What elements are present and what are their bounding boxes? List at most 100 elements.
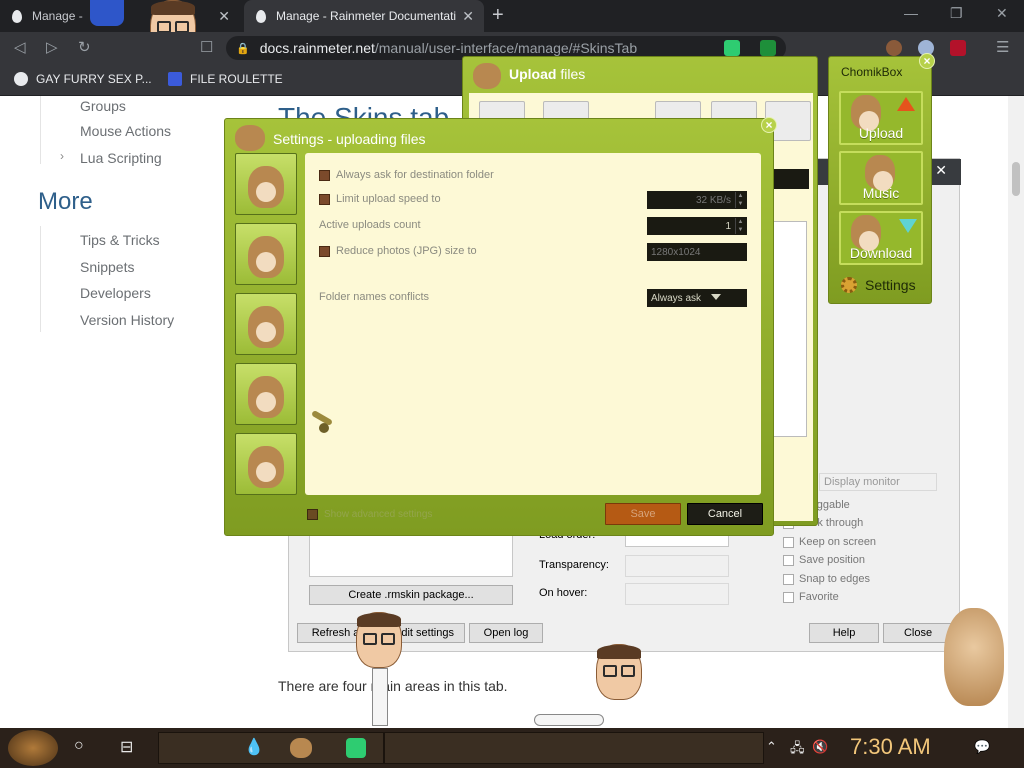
minimize-icon[interactable]: — bbox=[904, 5, 918, 21]
hamster-palette-icon bbox=[248, 236, 284, 278]
folder-conflicts-label: Folder names conflicts bbox=[319, 291, 429, 303]
label-text: Folder names conflicts bbox=[319, 291, 430, 303]
browse-button[interactable] bbox=[773, 169, 809, 189]
task-view-icon[interactable]: ⊟ bbox=[120, 737, 133, 757]
browser-tab-2[interactable]: Manage - Rainmeter Documentati ✕ bbox=[244, 0, 484, 32]
rainmeter-drop-icon[interactable]: 💧 bbox=[244, 737, 264, 757]
photo-size-select[interactable]: 1280x1024 bbox=[647, 243, 747, 261]
gear-icon bbox=[841, 277, 857, 293]
checkbox-box bbox=[783, 554, 794, 566]
sidebar-item-groups[interactable]: Groups bbox=[80, 98, 126, 114]
checkbox-box bbox=[783, 536, 794, 548]
app-green-icon[interactable] bbox=[346, 738, 366, 758]
sidebar-item-tips[interactable]: Tips & Tricks bbox=[80, 232, 160, 248]
close-icon[interactable]: × bbox=[761, 117, 777, 133]
reduce-photos-checkbox[interactable]: Reduce photos (JPG) size to bbox=[319, 245, 477, 257]
bookmark-item[interactable]: GAY FURRY SEX P... bbox=[14, 72, 152, 86]
chomikbox-settings-link[interactable]: Settings bbox=[841, 277, 916, 293]
checkbox-label: Keep on screen bbox=[799, 536, 877, 548]
rainmeter-drop-icon bbox=[12, 9, 22, 23]
browser-menu-icon[interactable]: ☰ bbox=[996, 38, 1009, 56]
scrollbar-thumb[interactable] bbox=[1012, 162, 1020, 196]
taskbar-clock[interactable]: 7:30 AM bbox=[850, 734, 931, 760]
chevron-right-icon[interactable]: › bbox=[60, 149, 64, 163]
window-close-icon[interactable]: ✕ bbox=[996, 5, 1008, 22]
profile-avatar-icon[interactable] bbox=[886, 40, 902, 56]
snap-to-edges-checkbox[interactable]: Snap to edges bbox=[783, 573, 870, 585]
sticker-glasses bbox=[621, 665, 635, 677]
checkbox-box bbox=[307, 509, 318, 520]
close-icon[interactable]: × bbox=[919, 53, 935, 69]
sidebar-item-mouse-actions[interactable]: Mouse Actions bbox=[80, 123, 171, 139]
chomikbox-upload-button[interactable]: Upload bbox=[839, 91, 923, 145]
transparency-select[interactable] bbox=[625, 555, 729, 577]
chevron-up-icon[interactable]: ⌃ bbox=[766, 739, 777, 755]
folder-conflicts-select[interactable]: Always ask bbox=[647, 289, 747, 307]
restore-icon[interactable]: ❐ bbox=[950, 5, 963, 22]
spinner-arrows-icon[interactable]: ▲ ▼ bbox=[735, 192, 745, 208]
close-icon[interactable]: ✕ bbox=[935, 162, 947, 179]
ask-destination-checkbox[interactable]: Always ask for destination folder bbox=[319, 169, 494, 181]
extension-shield-icon[interactable] bbox=[760, 40, 776, 56]
ublock-icon[interactable] bbox=[950, 40, 966, 56]
back-icon[interactable]: ◁ bbox=[14, 38, 26, 56]
limit-upload-checkbox[interactable]: Limit upload speed to bbox=[319, 193, 441, 205]
category-upload-tile[interactable] bbox=[235, 293, 297, 355]
page-scrollbar[interactable] bbox=[1008, 96, 1024, 728]
category-general-tile[interactable] bbox=[235, 153, 297, 215]
show-advanced-checkbox[interactable]: Show advanced settings bbox=[307, 509, 432, 520]
upload-speed-field[interactable]: 32 KB/s ▲ ▼ bbox=[647, 191, 747, 209]
sidebar-item-version-history[interactable]: Version History bbox=[80, 312, 174, 328]
chomikbox-music-button[interactable]: Music bbox=[839, 151, 923, 205]
checkbox-label: Save position bbox=[799, 554, 866, 566]
category-download-tile[interactable] bbox=[235, 433, 297, 495]
sticker-hair bbox=[357, 613, 401, 627]
close-tab-icon[interactable]: ✕ bbox=[218, 8, 230, 25]
cancel-button[interactable]: Cancel bbox=[687, 503, 763, 525]
hamster-icon bbox=[851, 215, 881, 251]
close-tab-icon[interactable]: ✕ bbox=[462, 8, 474, 25]
lock-icon: 🔒 bbox=[236, 42, 250, 55]
spinner-arrows-icon[interactable]: ▲ ▼ bbox=[735, 218, 745, 234]
category-appearance-tile[interactable] bbox=[235, 223, 297, 285]
reload-icon[interactable]: ↻ bbox=[78, 38, 91, 56]
category-music-tile[interactable] bbox=[235, 363, 297, 425]
network-icon[interactable]: 🖧 bbox=[790, 739, 805, 761]
checkbox-label: Always ask for destination folder bbox=[336, 169, 494, 181]
sticker-body bbox=[372, 668, 388, 726]
keep-on-screen-checkbox[interactable]: Keep on screen bbox=[783, 536, 876, 548]
forward-icon[interactable]: ▷ bbox=[46, 38, 58, 56]
favorite-checkbox[interactable]: Favorite bbox=[783, 591, 839, 603]
bookmark-icon[interactable]: ☐ bbox=[200, 38, 213, 56]
bookmark-label: GAY FURRY SEX P... bbox=[36, 72, 152, 86]
chomikbox-download-button[interactable]: Download bbox=[839, 211, 923, 265]
create-rmskin-button[interactable]: Create .rmskin package... bbox=[309, 585, 513, 605]
display-monitor-select[interactable]: Display monitor bbox=[819, 473, 937, 491]
sidebar-divider bbox=[40, 96, 41, 164]
bookmark-favicon-icon bbox=[14, 72, 28, 86]
extension-green-icon[interactable] bbox=[724, 40, 740, 56]
checkbox-box bbox=[319, 245, 330, 257]
sticker-face bbox=[596, 644, 642, 700]
chomikbox-taskbar-icon[interactable] bbox=[290, 738, 312, 758]
volume-muted-icon[interactable]: 🔇 bbox=[812, 739, 828, 755]
open-log-button[interactable]: Open log bbox=[469, 623, 543, 643]
settings-uploading-window: Settings - uploading files × Always ask … bbox=[224, 117, 777, 536]
active-uploads-field[interactable]: 1 ▲ ▼ bbox=[647, 217, 747, 235]
new-tab-icon[interactable]: + bbox=[492, 4, 504, 27]
hamster-upload-icon bbox=[473, 63, 501, 89]
tab-title: Manage - Rainmeter Documentati bbox=[276, 9, 457, 23]
save-position-checkbox[interactable]: Save position bbox=[783, 554, 865, 566]
notifications-icon[interactable]: 💬 bbox=[974, 739, 990, 755]
help-button[interactable]: Help bbox=[809, 623, 879, 643]
close-button[interactable]: Close bbox=[883, 623, 953, 643]
save-button[interactable]: Save bbox=[605, 503, 681, 525]
sidebar-item-lua-scripting[interactable]: Lua Scripting bbox=[80, 150, 162, 166]
search-circle-icon[interactable]: ○ bbox=[74, 737, 84, 755]
start-button[interactable] bbox=[8, 730, 58, 766]
on-hover-select[interactable] bbox=[625, 583, 729, 605]
sidebar-item-snippets[interactable]: Snippets bbox=[80, 259, 134, 275]
upload-title-bold: Upload bbox=[509, 66, 557, 82]
sidebar-item-developers[interactable]: Developers bbox=[80, 285, 151, 301]
bookmark-item[interactable]: FILE ROULETTE bbox=[168, 72, 283, 86]
